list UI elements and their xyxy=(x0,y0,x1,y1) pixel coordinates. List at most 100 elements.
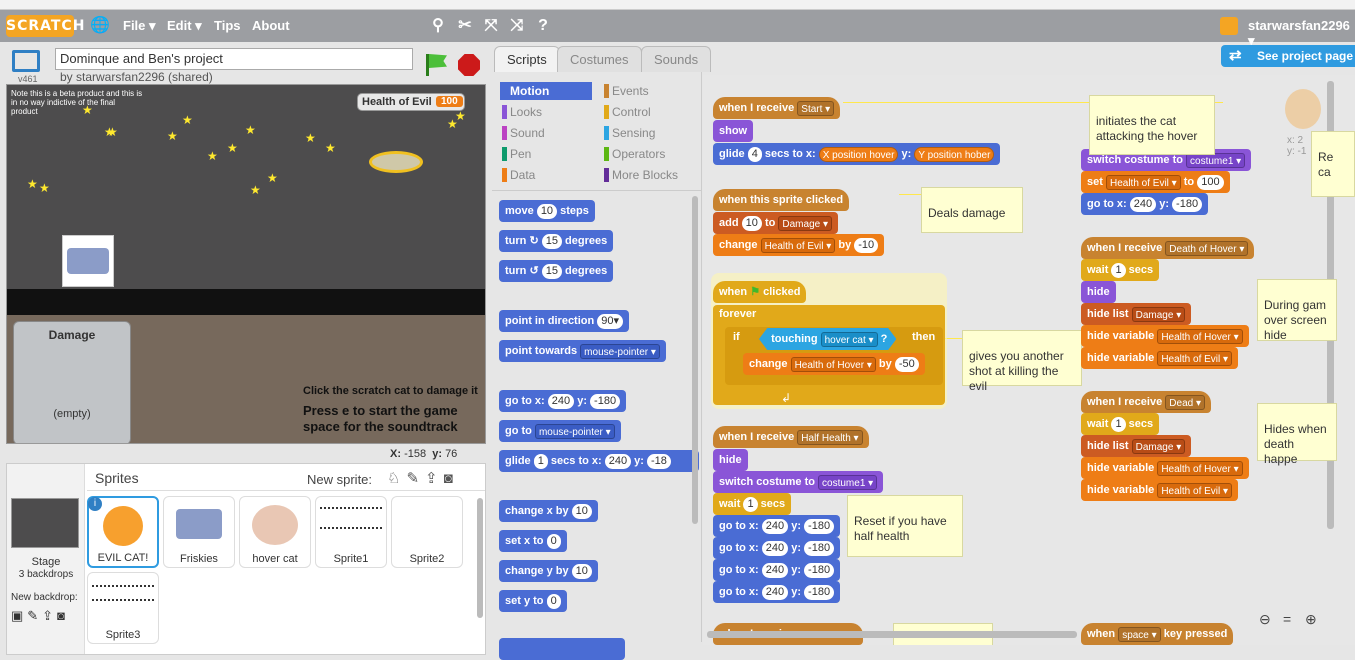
block-wait[interactable]: wait 1 secs xyxy=(713,493,792,515)
edit-menu[interactable]: Edit ▾ xyxy=(167,18,202,34)
block-hide-var-hover[interactable]: hide variable Health of Hover ▾ xyxy=(1081,325,1249,347)
tab-scripts[interactable]: Scripts xyxy=(494,46,560,72)
sprite-1[interactable]: Sprite1 xyxy=(315,496,387,568)
comment-reset[interactable]: Reset if you have half health xyxy=(847,495,963,557)
comment-gives-another-shot[interactable]: gives you another shot at killing the ev… xyxy=(962,330,1082,393)
stop-sign-icon[interactable] xyxy=(458,54,480,76)
file-menu[interactable]: File ▾ xyxy=(123,18,156,34)
tab-costumes[interactable]: Costumes xyxy=(557,46,642,72)
hat-when-sprite-clicked[interactable]: when this sprite clicked xyxy=(713,189,850,211)
sprite-3[interactable]: Sprite3 xyxy=(87,572,159,644)
block-set-x[interactable]: set x to 0 xyxy=(499,530,567,552)
info-icon[interactable]: i xyxy=(88,497,102,511)
block-goto-xy-1[interactable]: go to x: 240 y: -180 xyxy=(713,515,841,537)
block-hide-list[interactable]: hide list Damage ▾ xyxy=(1081,303,1192,325)
zoom-out-icon[interactable]: ⊖ xyxy=(1259,611,1271,628)
hat-when-key-pressed[interactable]: when space ▾ key pressed xyxy=(1081,623,1234,645)
project-title-input[interactable]: Dominque and Ben's project xyxy=(55,48,413,70)
category-sensing[interactable]: Sensing xyxy=(604,124,655,142)
hat-when-flag-clicked[interactable]: when ⚑ clicked xyxy=(713,281,807,303)
cut-scissors-icon[interactable]: ✂ xyxy=(455,16,475,36)
block-partial[interactable] xyxy=(499,638,625,660)
category-motion[interactable]: Motion xyxy=(502,82,549,100)
globe-icon[interactable]: 🌐 xyxy=(90,16,110,36)
sprite-friskies[interactable]: Friskies xyxy=(163,496,235,568)
stage-thumbnail[interactable] xyxy=(11,498,79,548)
new-sprite-tools-icon[interactable]: ♘✎⇪◙ xyxy=(387,469,459,487)
scripts-area[interactable]: when I receive Start ▾ show glide 4 secs… xyxy=(703,75,1355,645)
block-goto-xy-3[interactable]: go to x: 240 y: -180 xyxy=(713,559,841,581)
block-change-x[interactable]: change x by 10 xyxy=(499,500,598,522)
block-show[interactable]: show xyxy=(713,120,754,142)
comment-re-ca[interactable]: Re ca xyxy=(1311,131,1355,197)
block-change-y[interactable]: change y by 10 xyxy=(499,560,598,582)
sprites-scrollbar[interactable] xyxy=(477,498,483,618)
category-data[interactable]: Data xyxy=(502,166,535,184)
block-point-direction[interactable]: point in direction 90▾ xyxy=(499,310,630,332)
friskies-sprite[interactable] xyxy=(62,235,114,287)
block-hide[interactable]: hide xyxy=(713,449,748,471)
category-operators[interactable]: Operators xyxy=(604,145,665,163)
scripts-horizontal-scrollbar[interactable] xyxy=(707,631,1077,638)
hat-when-receive-start[interactable]: when I receive Start ▾ xyxy=(713,97,841,119)
block-point-towards[interactable]: point towards mouse-pointer ▾ xyxy=(499,340,666,362)
zoom-reset-icon[interactable]: = xyxy=(1283,611,1291,627)
hat-when-receive-dead[interactable]: when I receive Dead ▾ xyxy=(1081,391,1211,413)
category-more-blocks[interactable]: More Blocks xyxy=(604,166,678,184)
block-goto-xy-right[interactable]: go to x: 240 y: -180 xyxy=(1081,193,1209,215)
green-flag-icon[interactable] xyxy=(429,54,447,68)
sprite-hover-cat[interactable]: hover cat xyxy=(239,496,311,568)
block-glide-hover[interactable]: glide 4 secs to x: X position hover y: Y… xyxy=(713,143,1001,165)
block-hide-var-hover-dead[interactable]: hide variable Health of Hover ▾ xyxy=(1081,457,1249,479)
block-wait-dead[interactable]: wait 1 secs xyxy=(1081,413,1160,435)
block-switch-costume[interactable]: switch costume to costume1 ▾ xyxy=(713,471,884,493)
block-add-to-list[interactable]: add 10 to Damage ▾ xyxy=(713,212,838,234)
category-events[interactable]: Events xyxy=(604,82,649,100)
block-goto-xy-2[interactable]: go to x: 240 y: -180 xyxy=(713,537,841,559)
block-hide-var-evil-dead[interactable]: hide variable Health of Evil ▾ xyxy=(1081,479,1239,501)
block-turn-right[interactable]: turn ↻ 15 degrees xyxy=(499,230,614,252)
block-glide[interactable]: glide 1 secs to x: 240 y: -18 xyxy=(499,450,699,472)
block-goto-xy-4[interactable]: go to x: 240 y: -180 xyxy=(713,581,841,603)
zoom-in-icon[interactable]: ⊕ xyxy=(1305,611,1317,628)
duplicate-stamp-icon[interactable]: ⚲ xyxy=(428,16,448,36)
sprite-evil-cat[interactable]: i EVIL CAT! xyxy=(87,496,159,568)
touching-condition[interactable]: touching hover cat ▾ ? xyxy=(759,328,897,350)
fullscreen-icon[interactable] xyxy=(12,50,40,72)
hat-when-receive-death-hover[interactable]: when I receive Death of Hover ▾ xyxy=(1081,237,1255,259)
about-menu[interactable]: About xyxy=(252,18,290,33)
see-project-button[interactable]: ⇄ See project page xyxy=(1221,45,1355,67)
scratch-logo[interactable]: SCRATCH xyxy=(6,15,84,37)
category-control[interactable]: Control xyxy=(604,103,651,121)
hat-when-receive-half-health[interactable]: when I receive Half Health ▾ xyxy=(713,426,869,448)
block-change-health-hover[interactable]: change Health of Hover ▾ by -50 xyxy=(743,353,925,375)
user-folder-icon[interactable] xyxy=(1220,17,1238,35)
block-goto[interactable]: go to mouse-pointer ▾ xyxy=(499,420,621,442)
comment-deals-damage[interactable]: Deals damage xyxy=(921,187,1023,233)
category-pen[interactable]: Pen xyxy=(502,145,531,163)
category-looks[interactable]: Looks xyxy=(502,103,542,121)
stage-canvas[interactable]: Note this is a beta product and this is … xyxy=(6,84,486,444)
block-hide-list-dead[interactable]: hide list Damage ▾ xyxy=(1081,435,1192,457)
grow-icon[interactable]: ⤧ xyxy=(481,16,501,36)
block-set-health-evil[interactable]: set Health of Evil ▾ to 100 xyxy=(1081,171,1230,193)
block-change-health-evil[interactable]: change Health of Evil ▾ by -10 xyxy=(713,234,885,256)
sprite-2[interactable]: Sprite2 xyxy=(391,496,463,568)
tab-sounds[interactable]: Sounds xyxy=(641,46,712,72)
category-sound[interactable]: Sound xyxy=(502,124,545,142)
planet-sprite[interactable] xyxy=(369,151,423,173)
comment-hides-when-death[interactable]: Hides when death happe xyxy=(1257,403,1337,466)
block-set-y[interactable]: set y to 0 xyxy=(499,590,567,612)
block-move[interactable]: move 10 steps xyxy=(499,200,595,222)
block-hide-var-evil[interactable]: hide variable Health of Evil ▾ xyxy=(1081,347,1239,369)
comment-during-game-over[interactable]: During gam over screen hide xyxy=(1257,279,1337,342)
block-goto-xy[interactable]: go to x: 240 y: -180 xyxy=(499,390,627,412)
block-wait-right[interactable]: wait 1 secs xyxy=(1081,259,1160,281)
comment-initiates[interactable]: initiates the cat attacking the hover xyxy=(1089,95,1215,155)
block-turn-left[interactable]: turn ↺ 15 degrees xyxy=(499,260,614,282)
palette-scrollbar[interactable] xyxy=(692,196,698,524)
tips-menu[interactable]: Tips xyxy=(214,18,241,33)
help-icon[interactable]: ? xyxy=(533,16,553,36)
block-hide-right[interactable]: hide xyxy=(1081,281,1116,303)
shrink-icon[interactable]: ⤨ xyxy=(507,16,527,36)
